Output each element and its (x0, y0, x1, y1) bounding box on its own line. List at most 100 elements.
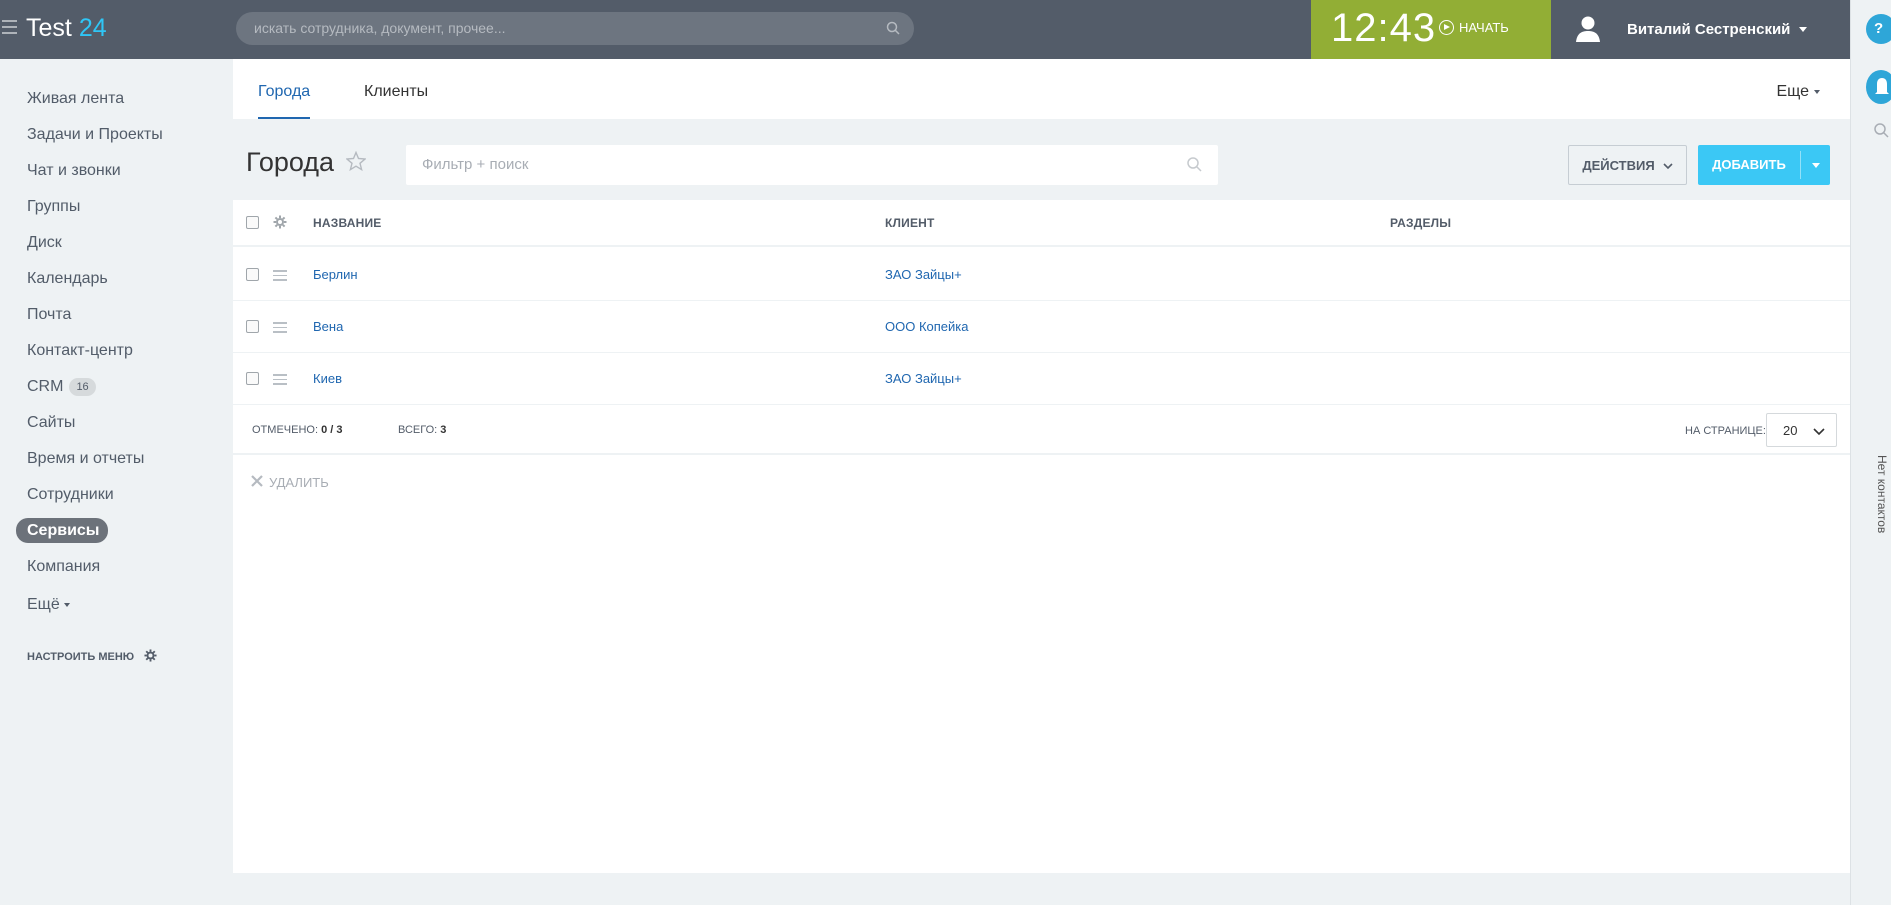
configure-menu-label: НАСТРОИТЬ МЕНЮ (27, 651, 135, 663)
filter-search-input[interactable] (422, 156, 1122, 173)
add-label: ДОБАВИТЬ (1698, 151, 1801, 179)
start-label: НАЧАТЬ (1459, 20, 1509, 35)
row-checkbox[interactable] (246, 372, 259, 385)
search-icon[interactable] (1186, 156, 1202, 177)
selected-count: ОТМЕЧЕНО: 0 / 3 (252, 424, 342, 436)
tabs-more-label: Еще (1776, 83, 1809, 100)
column-header-client[interactable]: КЛИЕНТ (885, 216, 935, 230)
per-page-value: 20 (1783, 423, 1798, 438)
menu-toggle-icon[interactable] (2, 20, 17, 34)
per-page-select[interactable]: 20 (1766, 413, 1837, 447)
add-dropdown-button[interactable] (1801, 162, 1830, 168)
global-search-input[interactable] (254, 20, 854, 36)
sidebar-item-label: Ещё (27, 596, 60, 613)
row-menu-icon[interactable] (273, 270, 287, 284)
total-value: 3 (440, 424, 447, 436)
select-all-checkbox[interactable] (246, 216, 259, 229)
sidebar-item-employees[interactable]: Сотрудники (27, 484, 114, 506)
cell-name-link[interactable]: Киев (313, 371, 342, 386)
sidebar-item-feed[interactable]: Живая лента (27, 88, 124, 110)
search-icon[interactable] (886, 21, 900, 40)
chevron-down-icon (1799, 26, 1808, 32)
table-row[interactable]: Вена ООО Копейка (233, 301, 1850, 353)
cell-client-link[interactable]: ООО Копейка (885, 319, 968, 334)
tab-bar: Города Клиенты Еще (233, 59, 1850, 119)
gear-icon (144, 649, 157, 665)
search-icon[interactable] (1873, 122, 1889, 143)
per-page-label: НА СТРАНИЦЕ: (1685, 425, 1766, 437)
page-title-text: Города (246, 147, 335, 177)
global-search[interactable] (236, 12, 914, 45)
sidebar-item-chat[interactable]: Чат и звонки (27, 160, 121, 182)
sidebar-item-more[interactable]: Ещё (27, 594, 70, 616)
clock-time: 12:43 (1331, 6, 1437, 50)
table-row[interactable]: Берлин ЗАО Зайцы+ (233, 249, 1850, 301)
actions-button[interactable]: ДЕЙСТВИЯ (1568, 145, 1687, 185)
chevron-down-icon (1814, 90, 1820, 94)
total-count: ВСЕГО: 3 (398, 424, 446, 436)
chevron-down-icon (1663, 158, 1673, 173)
grid-header: НАЗВАНИЕ КЛИЕНТ РАЗДЕЛЫ (233, 200, 1850, 247)
tab-cities[interactable]: Города (258, 83, 311, 119)
column-header-name[interactable]: НАЗВАНИЕ (313, 216, 381, 230)
sidebar-item-disk[interactable]: Диск (27, 232, 62, 254)
tab-clients[interactable]: Клиенты (364, 83, 428, 119)
grid-footer: ОТМЕЧЕНО: 0 / 3 ВСЕГО: 3 НА СТРАНИЦЕ: 20 (233, 407, 1850, 455)
main-content: Города Клиенты Еще Города ДЕЙСТВИЯ ДОБАВ… (233, 59, 1850, 873)
gear-icon[interactable] (273, 215, 287, 234)
table-row[interactable]: Киев ЗАО Зайцы+ (233, 353, 1850, 405)
tabs-more-button[interactable]: Еще (1776, 83, 1820, 101)
sidebar-item-tasks[interactable]: Задачи и Проекты (27, 124, 163, 146)
logo-accent: 24 (78, 14, 107, 42)
row-checkbox[interactable] (246, 268, 259, 281)
delete-label: УДАЛИТЬ (269, 475, 329, 490)
sidebar-item-calendar[interactable]: Календарь (27, 268, 108, 290)
logo-text: Test (26, 14, 72, 42)
work-day-widget[interactable]: 12:43 НАЧАТЬ (1311, 0, 1551, 59)
selected-value: 0 / 3 (321, 424, 343, 436)
chevron-down-icon (63, 602, 70, 607)
cell-name-link[interactable]: Вена (313, 319, 343, 334)
cities-grid: НАЗВАНИЕ КЛИЕНТ РАЗДЕЛЫ Берлин ЗАО Зайцы… (233, 200, 1850, 873)
total-label: ВСЕГО: (398, 424, 438, 436)
play-icon (1439, 20, 1454, 35)
sidebar-item-sites[interactable]: Сайты (27, 412, 75, 434)
help-button[interactable]: ? (1866, 14, 1891, 44)
user-name: Виталий Сестренский (1627, 20, 1791, 38)
close-icon (251, 475, 263, 490)
row-menu-icon[interactable] (273, 374, 287, 388)
start-workday-button[interactable]: НАЧАТЬ (1439, 20, 1509, 35)
sidebar-item-groups[interactable]: Группы (27, 196, 80, 218)
user-avatar-icon (1573, 14, 1603, 44)
notifications-bell-icon[interactable] (1866, 70, 1891, 104)
cell-client-link[interactable]: ЗАО Зайцы+ (885, 267, 962, 282)
cell-name-link[interactable]: Берлин (313, 267, 358, 282)
sidebar-item-label: CRM (27, 378, 64, 395)
selected-label: ОТМЕЧЕНО: (252, 424, 318, 436)
row-checkbox[interactable] (246, 320, 259, 333)
user-menu[interactable]: Виталий Сестренский (1573, 12, 1808, 46)
chevron-down-icon (1813, 423, 1825, 441)
sidebar-item-mail[interactable]: Почта (27, 304, 71, 326)
delete-button[interactable]: УДАЛИТЬ (251, 475, 329, 490)
sidebar-item-time-reports[interactable]: Время и отчеты (27, 448, 144, 470)
configure-menu-button[interactable]: НАСТРОИТЬ МЕНЮ (27, 649, 157, 665)
row-menu-icon[interactable] (273, 322, 287, 336)
star-icon[interactable] (345, 147, 367, 178)
contacts-panel-label[interactable]: Нет контактов (1875, 455, 1889, 533)
cell-client-link[interactable]: ЗАО Зайцы+ (885, 371, 962, 386)
chevron-down-icon (1811, 162, 1820, 168)
crm-counter-badge: 16 (69, 377, 96, 396)
sidebar-item-company[interactable]: Компания (27, 556, 100, 578)
sidebar-item-contact-center[interactable]: Контакт-центр (27, 340, 133, 362)
page-title: Города (246, 147, 367, 178)
right-panel: ? Нет контактов (1850, 0, 1891, 905)
actions-label: ДЕЙСТВИЯ (1582, 157, 1655, 173)
add-button[interactable]: ДОБАВИТЬ (1698, 145, 1830, 185)
sidebar-item-services[interactable]: Сервисы (16, 518, 109, 543)
filter-search[interactable] (406, 145, 1218, 185)
sidebar-item-crm[interactable]: CRM 16 (27, 376, 96, 398)
top-header: Test 24 12:43 НАЧАТЬ Виталий Сестренский (0, 0, 1850, 59)
logo[interactable]: Test 24 (26, 14, 107, 43)
column-header-sections[interactable]: РАЗДЕЛЫ (1390, 216, 1451, 230)
